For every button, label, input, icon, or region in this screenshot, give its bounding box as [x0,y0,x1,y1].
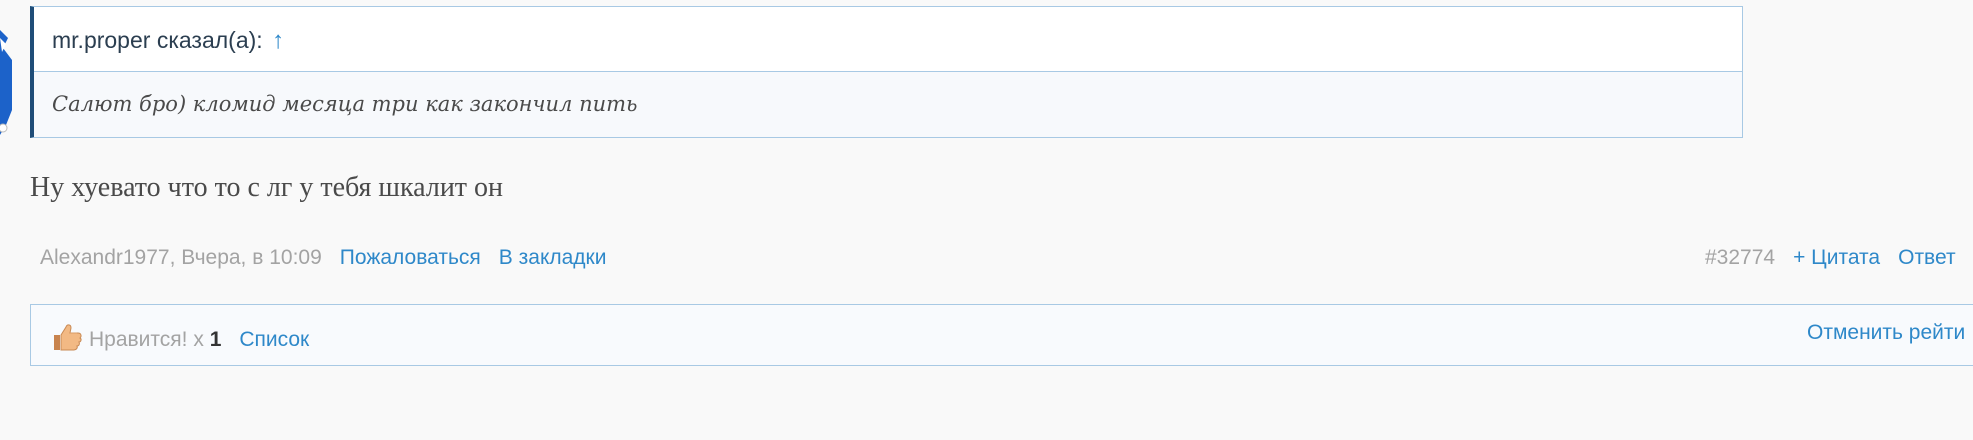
report-link[interactable]: Пожаловаться [340,246,481,269]
quote-block: mr.proper сказал(а): ↑ Салют бро) кломид… [30,6,1743,138]
quote-text: Салют бро) кломид месяца три как закончи… [34,72,1742,137]
quote-button[interactable]: + Цитата [1793,246,1880,269]
post-author-time: Alexandr1977, Вчера, в 10:09 [40,246,322,269]
likes-label: Нравится! [89,328,188,351]
bookmark-link[interactable]: В закладки [499,246,607,269]
thumbs-up-icon [51,321,83,353]
unrate-link[interactable]: Отменить рейти [1807,321,1965,345]
likes-count: 1 [209,328,222,351]
likes-list-link[interactable]: Список [239,328,309,351]
post-number-link[interactable]: #32774 [1705,246,1775,269]
go-to-quoted-post-link[interactable]: ↑ [272,27,284,54]
post-message: Ну хуевато что то с лг у тебя шкалит он [30,172,504,203]
quote-author: mr.proper сказал(а): [52,27,263,53]
likes-times: x [193,328,204,351]
avatar[interactable] [0,30,12,135]
reply-button[interactable]: Ответ [1898,246,1955,269]
likes-summary: Нравится! x 1 Список Отменить рейти [30,304,1973,366]
quote-header: mr.proper сказал(а): ↑ [34,7,1742,72]
